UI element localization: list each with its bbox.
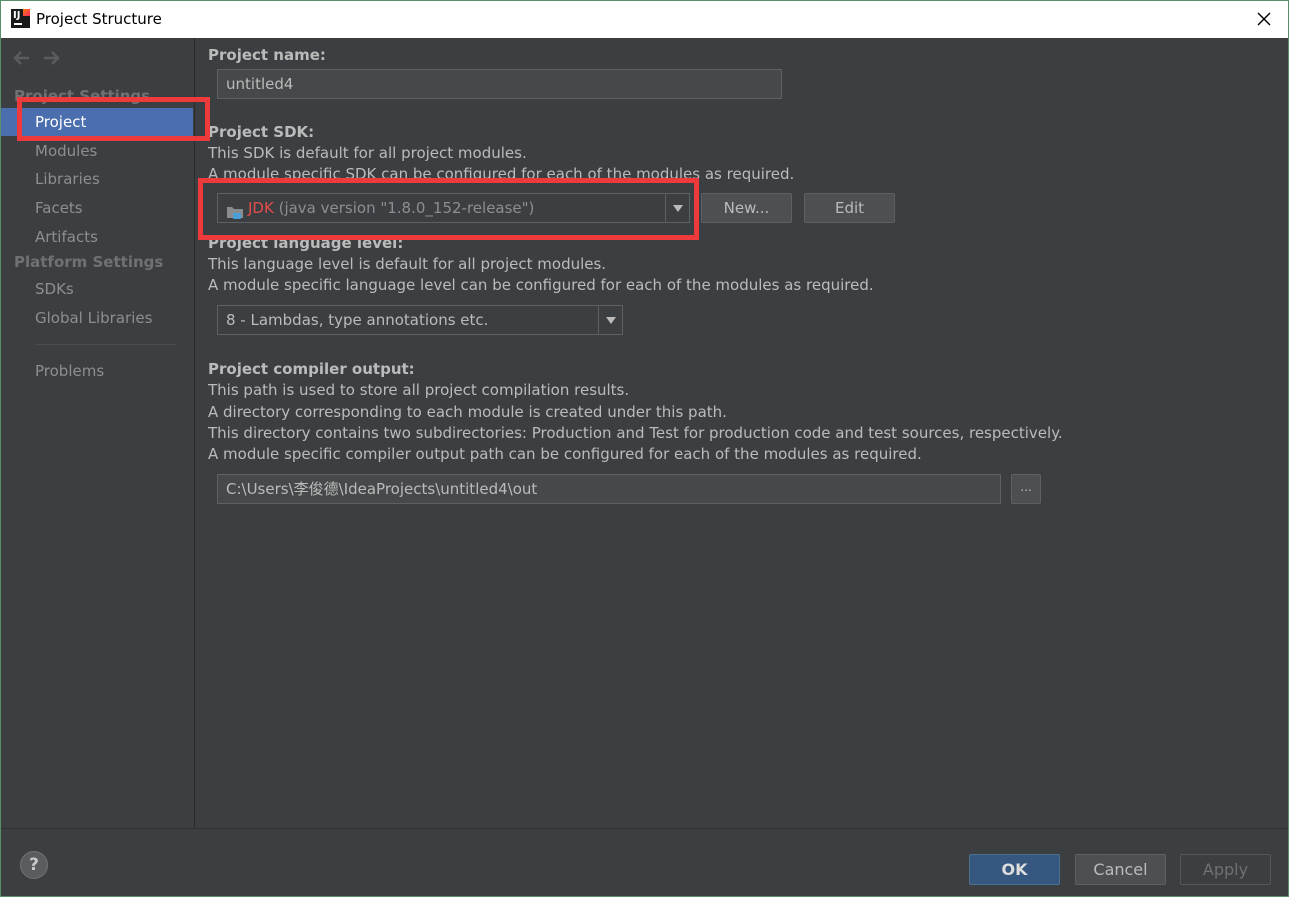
ok-button[interactable]: OK: [969, 854, 1060, 885]
sdk-name: JDK: [248, 199, 274, 217]
language-level-label: Project language level:: [208, 234, 404, 252]
close-icon: [1257, 12, 1271, 26]
title-bar: IJ Project Structure: [1, 1, 1288, 38]
edit-sdk-button[interactable]: Edit: [804, 193, 895, 223]
compiler-output-description-3: This directory contains two subdirectori…: [208, 424, 1063, 442]
new-sdk-button[interactable]: New...: [701, 193, 792, 223]
dialog-footer: ? OK Cancel Apply: [1, 828, 1288, 896]
platform-settings-heading: Platform Settings: [14, 253, 164, 271]
sidebar-item-artifacts[interactable]: Artifacts: [1, 223, 193, 251]
apply-button[interactable]: Apply: [1180, 854, 1271, 885]
language-level-value: 8 - Lambdas, type annotations etc.: [226, 311, 489, 329]
compiler-output-path-input[interactable]: C:\Users\李俊德\IdeaProjects\untitled4\out: [217, 474, 1001, 504]
compiler-output-label: Project compiler output:: [208, 360, 415, 378]
forward-arrow-icon[interactable]: [41, 50, 61, 66]
window-title: Project Structure: [36, 10, 162, 28]
language-level-dropdown[interactable]: 8 - Lambdas, type annotations etc.: [217, 305, 623, 335]
compiler-output-description-4: A module specific compiler output path c…: [208, 445, 922, 463]
sidebar-item-facets[interactable]: Facets: [1, 194, 193, 222]
project-name-input[interactable]: untitled4: [217, 69, 782, 99]
project-sdk-label: Project SDK:: [208, 123, 315, 141]
sidebar-item-sdks[interactable]: SDKs: [1, 275, 193, 303]
project-sdk-dropdown[interactable]: JDK (java version "1.8.0_152-release"): [217, 193, 690, 223]
sidebar-item-modules[interactable]: Modules: [1, 137, 193, 165]
project-name-label: Project name:: [208, 46, 326, 64]
navigation-arrows: [12, 50, 65, 69]
back-arrow-icon[interactable]: [12, 50, 32, 66]
compiler-output-description-1: This path is used to store all project c…: [208, 381, 630, 399]
sidebar: Project Settings Project Modules Librari…: [1, 38, 195, 828]
sidebar-divider: [35, 344, 177, 345]
language-level-description-1: This language level is default for all p…: [208, 255, 607, 273]
project-sdk-description-2: A module specific SDK can be configured …: [208, 165, 795, 183]
sdk-version: (java version "1.8.0_152-release"): [278, 199, 535, 217]
compiler-output-description-2: A directory corresponding to each module…: [208, 403, 727, 421]
language-level-description-2: A module specific language level can be …: [208, 276, 874, 294]
project-structure-dialog: IJ Project Structure Project Settings Pr…: [0, 0, 1289, 897]
dropdown-arrow-icon[interactable]: [665, 194, 689, 222]
sidebar-item-libraries[interactable]: Libraries: [1, 165, 193, 193]
jdk-folder-icon: [226, 201, 244, 219]
sidebar-item-global-libraries[interactable]: Global Libraries: [1, 304, 193, 332]
browse-button[interactable]: ...: [1011, 474, 1041, 504]
intellij-app-icon: IJ: [11, 9, 30, 28]
help-icon[interactable]: ?: [20, 851, 48, 879]
sidebar-item-project[interactable]: Project: [1, 108, 193, 136]
cancel-button[interactable]: Cancel: [1075, 854, 1166, 885]
project-settings-panel: Project name: untitled4 Project SDK: Thi…: [195, 38, 1288, 828]
project-settings-heading: Project Settings: [14, 87, 151, 105]
dropdown-arrow-icon[interactable]: [598, 306, 622, 334]
close-button[interactable]: [1252, 7, 1276, 31]
sidebar-item-problems[interactable]: Problems: [1, 357, 193, 385]
project-sdk-description-1: This SDK is default for all project modu…: [208, 144, 527, 162]
